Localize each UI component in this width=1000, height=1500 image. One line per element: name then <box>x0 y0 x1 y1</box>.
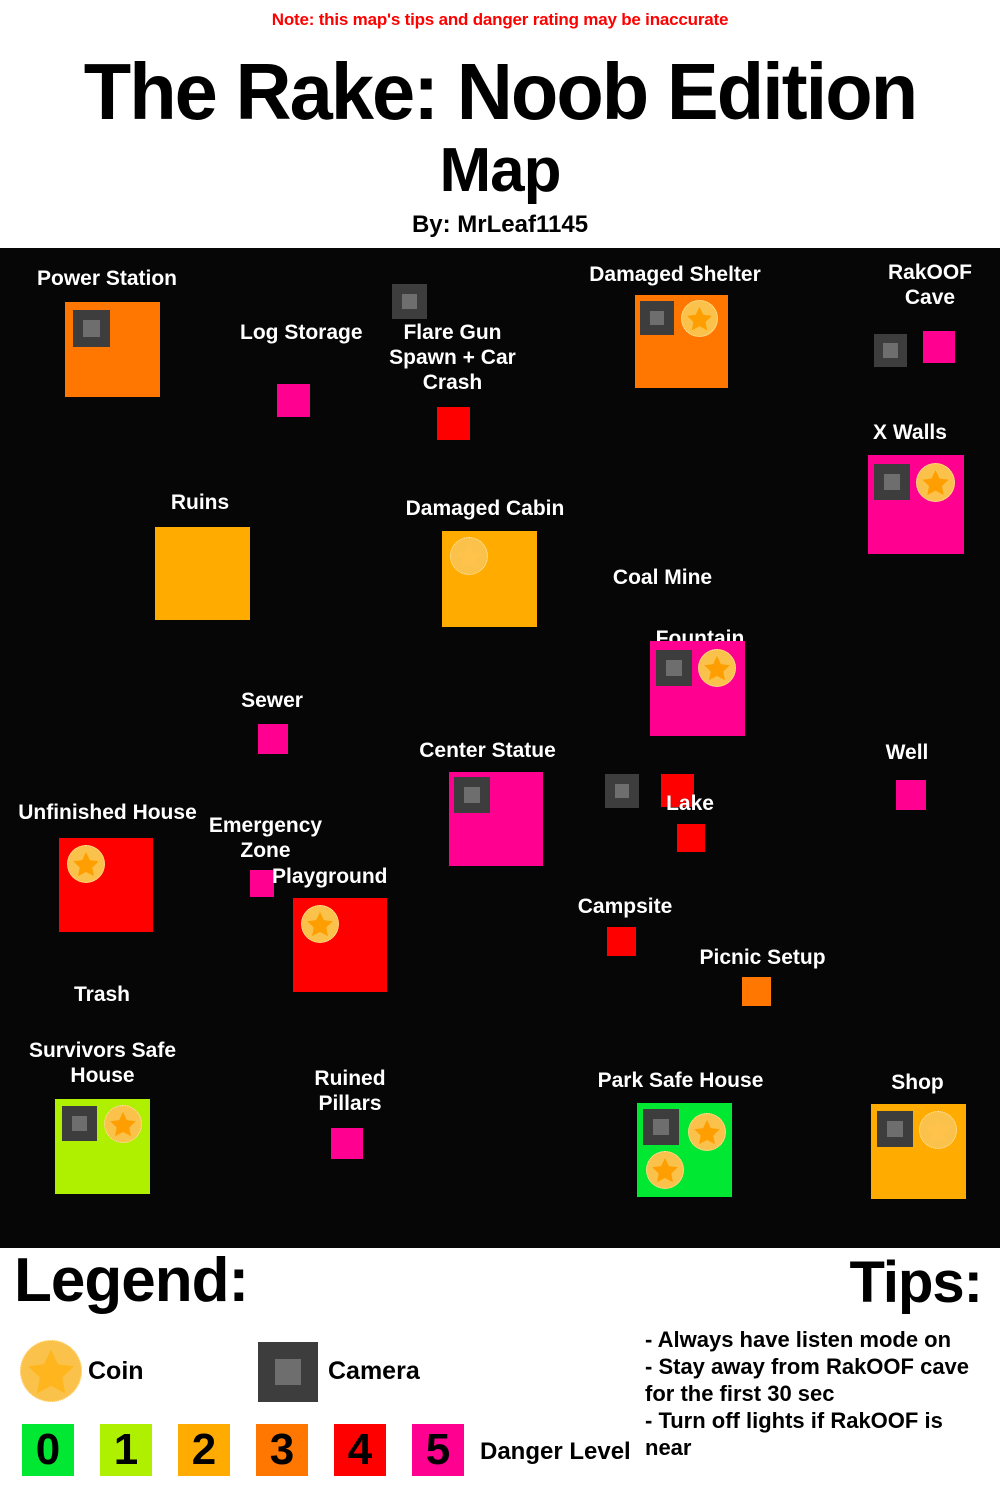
tip-item: - Turn off lights if RakOOF is near <box>645 1408 943 1460</box>
camera-icon <box>643 1109 679 1145</box>
danger-swatch-4[interactable]: 4 <box>334 1424 386 1476</box>
zone-well[interactable] <box>896 780 926 810</box>
zone-log-storage[interactable] <box>277 384 310 417</box>
camera-icon <box>877 1111 913 1147</box>
legend-camera-label: Camera <box>328 1357 420 1385</box>
coin-icon <box>646 1151 684 1189</box>
zone-rakoof-cave[interactable] <box>923 331 955 363</box>
danger-swatch-5[interactable]: 5 <box>412 1424 464 1476</box>
poi-label-picnic-setup: Picnic Setup <box>699 946 826 969</box>
coin-icon <box>916 463 955 502</box>
zone-shop[interactable] <box>871 1104 966 1199</box>
coin-icon <box>104 1105 142 1143</box>
danger-swatch-2[interactable]: 2 <box>178 1424 230 1476</box>
danger-swatch-0[interactable]: 0 <box>22 1424 74 1476</box>
zone-survivors-safe-house[interactable] <box>55 1099 150 1194</box>
tip-item: - Stay away from RakOOF cave for the fir… <box>645 1354 970 1406</box>
poi-label-shop: Shop <box>891 1071 944 1094</box>
poi-label-campsite: Campsite <box>577 895 673 918</box>
danger-swatch-1[interactable]: 1 <box>100 1424 152 1476</box>
map-poster: Note: this map's tips and danger rating … <box>0 0 1000 1500</box>
page-subtitle: Map <box>439 136 562 205</box>
coin-icon <box>919 1111 957 1149</box>
camera-icon <box>874 334 907 367</box>
poi-label-park-safe-house: Park Safe House <box>597 1069 764 1092</box>
zone-playground[interactable] <box>293 898 387 992</box>
danger-scale: 0 1 2 3 4 5 <box>22 1424 464 1476</box>
map-canvas[interactable]: Power Station Log Storage Flare Gun Spaw… <box>0 248 1000 1248</box>
poi-label-damaged-cabin: Damaged Cabin <box>405 497 565 520</box>
poi-label-power-station: Power Station <box>36 267 178 290</box>
legend-camera-icon <box>258 1342 318 1402</box>
zone-campsite[interactable] <box>607 927 636 956</box>
zone-emergency-zone[interactable] <box>250 870 274 897</box>
zone-x-walls[interactable] <box>868 455 964 554</box>
camera-icon <box>605 774 639 808</box>
coin-icon <box>698 649 736 687</box>
poi-label-trash: Trash <box>73 983 131 1006</box>
poi-label-sewer: Sewer <box>241 689 303 712</box>
poi-label-survivors-safe-house: Survivors Safe House <box>28 1039 177 1087</box>
camera-icon <box>874 464 910 500</box>
camera-icon <box>640 301 674 335</box>
coin-icon <box>450 537 488 575</box>
legend-coin-label: Coin <box>88 1357 144 1385</box>
zone-damaged-cabin[interactable] <box>442 531 537 627</box>
coin-icon <box>67 845 105 883</box>
inaccuracy-note: Note: this map's tips and danger rating … <box>271 10 729 29</box>
poi-label-ruined-pillars: Ruined Pillars <box>314 1067 386 1115</box>
poi-label-rakoof-cave: RakOOF Cave <box>887 261 973 309</box>
tips-list: - Always have listen mode on - Stay away… <box>645 1326 995 1461</box>
zone-park-safe-house[interactable] <box>637 1103 732 1197</box>
poi-label-unfinished-house: Unfinished House <box>18 801 197 824</box>
zone-center-statue[interactable] <box>449 772 543 866</box>
poi-label-log-storage: Log Storage <box>240 321 363 344</box>
poi-label-coal-mine: Coal Mine <box>612 566 713 589</box>
poi-label-flare-gun-spawn: Flare Gun Spawn + Car Crash <box>389 321 516 394</box>
camera-icon <box>656 650 692 686</box>
danger-swatch-3[interactable]: 3 <box>256 1424 308 1476</box>
poi-label-playground: Playground <box>272 865 388 888</box>
poi-label-lake: Lake <box>666 792 714 815</box>
zone-ruins[interactable] <box>155 527 250 620</box>
poi-label-emergency-zone: Emergency Zone <box>208 814 323 862</box>
camera-icon <box>392 284 427 319</box>
camera-icon <box>73 310 110 347</box>
poi-label-damaged-shelter: Damaged Shelter <box>589 263 761 286</box>
poi-label-well: Well <box>885 741 929 764</box>
zone-picnic-setup[interactable] <box>742 977 771 1006</box>
zone-sewer[interactable] <box>258 724 288 754</box>
poi-label-x-walls: X Walls <box>873 421 947 444</box>
tips-title: Tips: <box>849 1250 983 1315</box>
tip-item: - Always have listen mode on <box>645 1327 952 1352</box>
coin-icon <box>301 905 339 943</box>
legend-title: Legend: <box>14 1246 249 1315</box>
zone-flare-gun-spawn[interactable] <box>437 407 470 440</box>
author-byline: By: MrLeaf1145 <box>411 211 589 238</box>
zone-damaged-shelter[interactable] <box>635 295 728 388</box>
zone-lake[interactable] <box>677 824 705 852</box>
camera-icon <box>62 1106 97 1141</box>
poi-label-center-statue: Center Statue <box>419 739 556 762</box>
page-title: The Rake: Noob Edition <box>83 47 918 136</box>
coin-icon <box>681 300 718 337</box>
zone-ruined-pillars[interactable] <box>331 1128 363 1159</box>
coin-icon <box>688 1113 726 1151</box>
zone-fountain[interactable] <box>650 641 745 736</box>
camera-icon <box>454 777 490 813</box>
danger-scale-label: Danger Level <box>480 1438 631 1465</box>
poi-label-ruins: Ruins <box>170 491 230 514</box>
legend-coin-icon <box>20 1340 82 1402</box>
zone-power-station[interactable] <box>65 302 160 397</box>
poster-header: Note: this map's tips and danger rating … <box>0 0 1000 248</box>
zone-unfinished-house[interactable] <box>59 838 153 932</box>
